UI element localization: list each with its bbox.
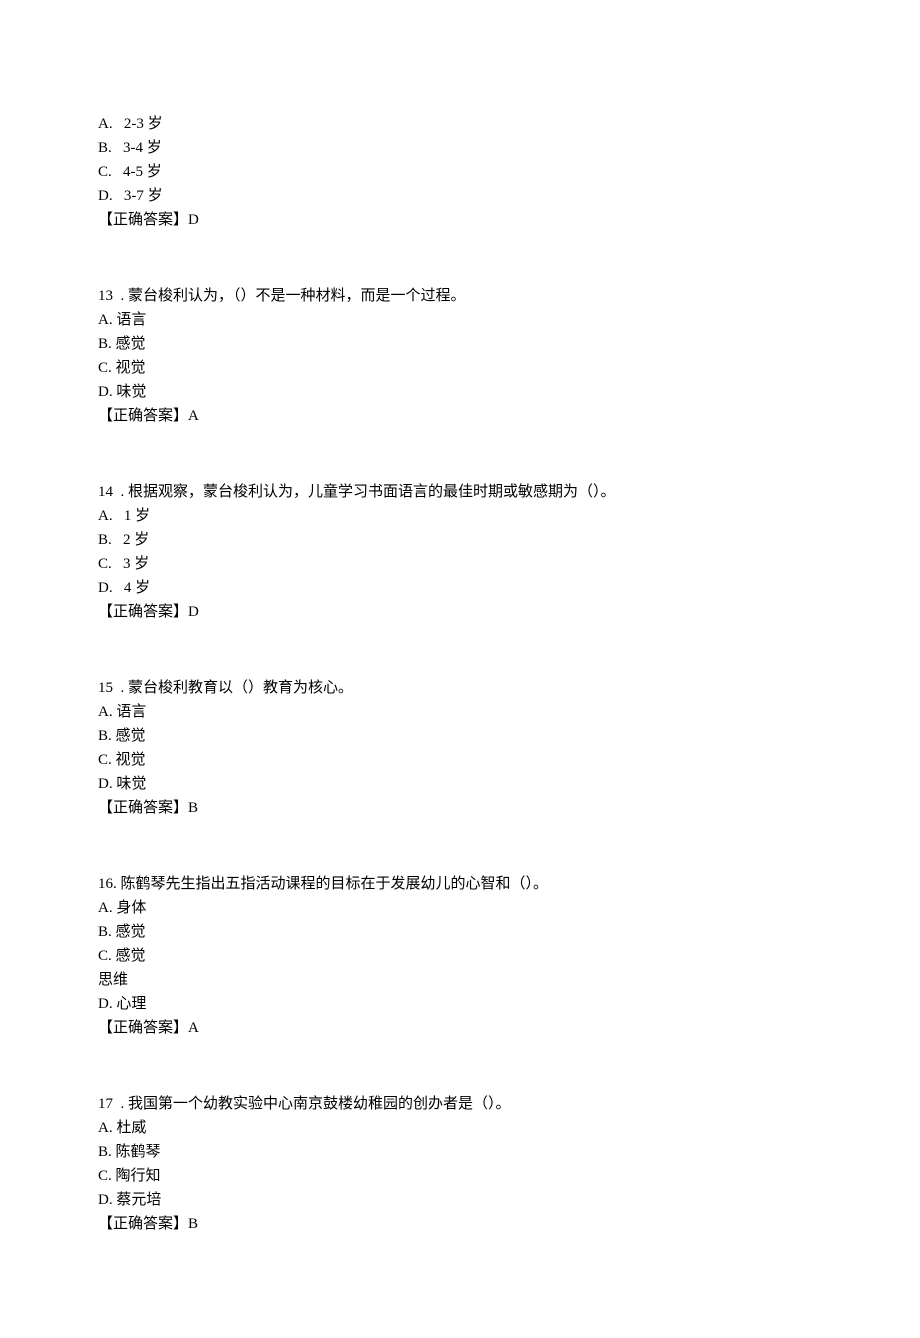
option-a: A. 杜威 — [98, 1116, 822, 1140]
option-d: D. 蔡元培 — [98, 1188, 822, 1212]
option-d: D. 4 岁 — [98, 576, 822, 600]
question-block-12-partial: A. 2-3 岁 B. 3-4 岁 C. 4-5 岁 D. 3-7 岁 【正确答… — [98, 112, 822, 232]
correct-answer: 【正确答案】D — [98, 600, 822, 624]
question-text: 14 . 根据观察，蒙台梭利认为，儿童学习书面语言的最佳时期或敏感期为（）。 — [98, 480, 822, 504]
option-d: D. 味觉 — [98, 380, 822, 404]
option-b: B. 2 岁 — [98, 528, 822, 552]
option-c: C. 感觉 — [98, 944, 822, 968]
question-block-16: 16. 陈鹤琴先生指出五指活动课程的目标在于发展幼儿的心智和（）。 A. 身体 … — [98, 872, 822, 1040]
option-d: D. 味觉 — [98, 772, 822, 796]
question-text: 17 . 我国第一个幼教实验中心南京鼓楼幼稚园的创办者是（）。 — [98, 1092, 822, 1116]
option-d: D. 心理 — [98, 992, 822, 1016]
question-block-17: 17 . 我国第一个幼教实验中心南京鼓楼幼稚园的创办者是（）。 A. 杜威 B.… — [98, 1092, 822, 1236]
option-d: D. 3-7 岁 — [98, 184, 822, 208]
option-b: B. 3-4 岁 — [98, 136, 822, 160]
document-page: A. 2-3 岁 B. 3-4 岁 C. 4-5 岁 D. 3-7 岁 【正确答… — [0, 0, 920, 1338]
option-c: C. 4-5 岁 — [98, 160, 822, 184]
question-block-13: 13 . 蒙台梭利认为，（）不是一种材料，而是一个过程。 A. 语言 B. 感觉… — [98, 284, 822, 428]
question-block-15: 15 . 蒙台梭利教育以（）教育为核心。 A. 语言 B. 感觉 C. 视觉 D… — [98, 676, 822, 820]
option-extra: 思维 — [98, 968, 822, 992]
correct-answer: 【正确答案】D — [98, 208, 822, 232]
correct-answer: 【正确答案】B — [98, 1212, 822, 1236]
correct-answer: 【正确答案】A — [98, 404, 822, 428]
option-b: B. 感觉 — [98, 332, 822, 356]
option-b: B. 感觉 — [98, 920, 822, 944]
question-block-14: 14 . 根据观察，蒙台梭利认为，儿童学习书面语言的最佳时期或敏感期为（）。 A… — [98, 480, 822, 624]
option-c: C. 视觉 — [98, 748, 822, 772]
option-a: A. 2-3 岁 — [98, 112, 822, 136]
option-a: A. 语言 — [98, 308, 822, 332]
correct-answer: 【正确答案】A — [98, 1016, 822, 1040]
option-c: C. 视觉 — [98, 356, 822, 380]
question-text: 15 . 蒙台梭利教育以（）教育为核心。 — [98, 676, 822, 700]
question-text: 13 . 蒙台梭利认为，（）不是一种材料，而是一个过程。 — [98, 284, 822, 308]
option-a: A. 1 岁 — [98, 504, 822, 528]
question-text: 16. 陈鹤琴先生指出五指活动课程的目标在于发展幼儿的心智和（）。 — [98, 872, 822, 896]
option-c: C. 3 岁 — [98, 552, 822, 576]
option-c: C. 陶行知 — [98, 1164, 822, 1188]
option-b: B. 感觉 — [98, 724, 822, 748]
option-b: B. 陈鹤琴 — [98, 1140, 822, 1164]
option-a: A. 身体 — [98, 896, 822, 920]
option-a: A. 语言 — [98, 700, 822, 724]
correct-answer: 【正确答案】B — [98, 796, 822, 820]
